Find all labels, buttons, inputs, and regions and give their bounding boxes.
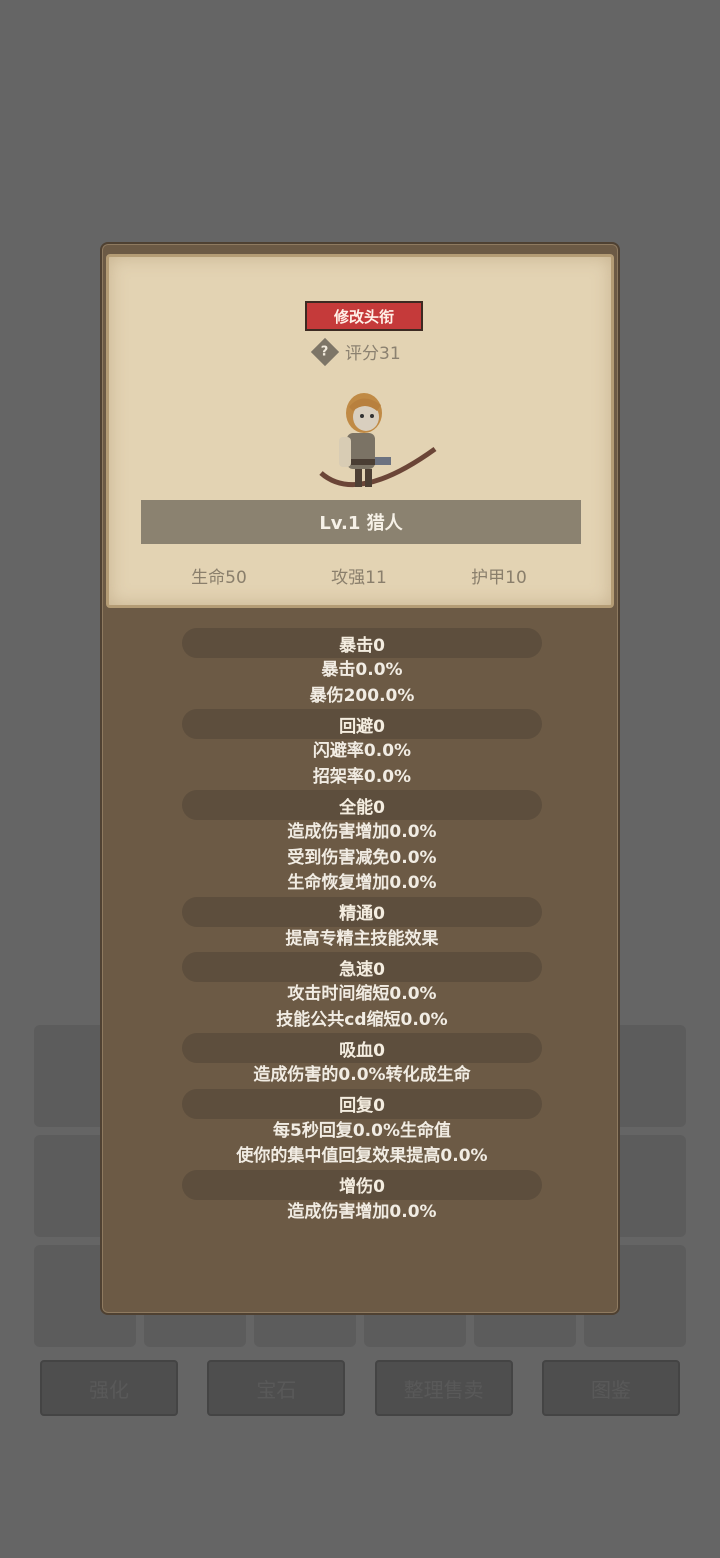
character-card: 修改头衔 ? 评分31 Lv.1 猎人 生命50 攻强11 护甲10 <box>106 254 614 608</box>
character-name-bar: Lv.1 猎人 <box>141 500 581 544</box>
attr-line: 攻击时间缩短0.0% <box>287 984 437 1004</box>
score-label: 评分31 <box>345 344 401 364</box>
attr-line: 暴伤200.0% <box>309 685 415 706</box>
attr-line: 提高专精主技能效果 <box>285 928 439 949</box>
base-stats: 生命50 攻强11 护甲10 <box>149 563 569 588</box>
attr-line: 受到伤害减免0.0% <box>287 847 437 868</box>
attr-line: 生命恢复增加0.0% <box>287 873 437 893</box>
score-row: ? 评分31 <box>310 337 401 366</box>
attr-line: 招架率0.0% <box>312 766 412 787</box>
question-icon[interactable]: ? <box>310 337 340 366</box>
enhance-button[interactable]: 强化 <box>40 1360 178 1416</box>
bottom-button-bar: 强化 宝石 整理售卖 图鉴 <box>40 1360 680 1416</box>
attr-header-haste: 急速0 <box>182 952 542 982</box>
attr-header-damage-bonus: 增伤0 <box>182 1169 542 1200</box>
attr-header-versatility: 全能0 <box>182 790 542 820</box>
attr-header-lifesteal: 吸血0 <box>182 1033 542 1063</box>
attr-line: 造成伤害增加0.0% <box>287 1201 437 1222</box>
attr-header-regen: 回复0 <box>182 1088 542 1119</box>
stat-attack: 攻强11 <box>331 568 387 588</box>
attribute-list: 暴击0 暴击0.0% 暴伤200.0% 回避0 闪避率0.0% 招架率0.0% … <box>102 628 622 1225</box>
attr-header-mastery: 精通0 <box>182 896 542 927</box>
sort-sell-button[interactable]: 整理售卖 <box>374 1360 513 1416</box>
attr-line: 每5秒回复0.0%生命值 <box>273 1120 451 1141</box>
stat-armor: 护甲10 <box>471 568 527 588</box>
character-info-modal: 修改头衔 ? 评分31 Lv.1 猎人 生命50 攻强11 护甲10 暴击0 暴… <box>100 242 620 1315</box>
attr-line: 暴击0.0% <box>321 660 403 680</box>
stat-hp: 生命50 <box>191 568 247 588</box>
attr-line: 造成伤害的0.0%转化成生命 <box>253 1065 471 1085</box>
attr-line: 使你的集中值回复效果提高0.0% <box>236 1146 488 1166</box>
change-title-button[interactable]: 修改头衔 <box>305 301 423 331</box>
attr-header-evasion: 回避0 <box>182 709 542 739</box>
attr-line: 闪避率0.0% <box>312 741 412 761</box>
codex-button[interactable]: 图鉴 <box>541 1360 680 1416</box>
gem-button[interactable]: 宝石 <box>207 1360 346 1416</box>
hunter-avatar <box>319 393 437 488</box>
attr-line: 造成伤害增加0.0% <box>287 822 437 842</box>
attr-header-crit: 暴击0 <box>182 628 542 658</box>
attr-line: 技能公共cd缩短0.0% <box>276 1009 448 1030</box>
